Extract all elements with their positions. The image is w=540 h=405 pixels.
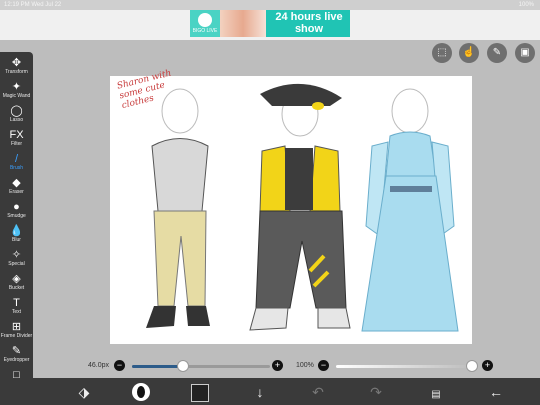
hand-button[interactable]: ☝ — [459, 43, 479, 63]
hand-icon: ☝ — [462, 47, 476, 58]
tool-text[interactable]: T Text — [0, 297, 33, 321]
opacity-decrease[interactable]: − — [318, 360, 329, 371]
tool-label: Magic Wand — [2, 93, 31, 99]
tool-blur[interactable]: 💧 Blur — [0, 225, 33, 249]
tool-panel: ✥ Transform ✦ Magic Wand ◯ Lasso FX Filter / Brus… — [0, 52, 33, 394]
tool-special[interactable]: ✧ Special — [0, 249, 33, 273]
tool-bucket[interactable]: ◈ Bucket — [0, 273, 33, 297]
tool-label: Brush — [9, 165, 24, 171]
download-button[interactable]: ↓ — [250, 382, 270, 402]
ad-headline: 24 hours live show — [275, 11, 343, 35]
figure-left — [146, 138, 210, 328]
tool-label: Filter — [10, 141, 23, 147]
brush-size-control: 46.0px − + — [88, 359, 288, 373]
pen-icon: ✎ — [492, 47, 502, 58]
tool-label: Special — [8, 261, 25, 267]
opacity-control: 100% − + — [296, 359, 496, 373]
battery-level: 100% — [518, 2, 534, 8]
tool-magic-wand[interactable]: ✦ Magic Wand — [0, 81, 33, 105]
drawing-canvas[interactable]: Sharon with some cute clothes — [110, 69, 472, 344]
status-time: 12:19 PM Wed Jul 22 — [4, 2, 62, 8]
figure-right — [361, 131, 459, 332]
tool-label: Frame Divider — [0, 333, 33, 339]
tool-label: Eraser — [9, 189, 24, 195]
brush-size-knob[interactable] — [177, 360, 190, 372]
opacity-track[interactable] — [336, 365, 476, 368]
app-logo-icon — [198, 13, 212, 27]
tool-label: Text — [11, 309, 22, 315]
brush-size-label: 46.0px — [88, 362, 110, 369]
tool-label: Smudge — [7, 213, 26, 219]
brush-preview-button[interactable] — [131, 382, 151, 402]
ad-banner-area: BIGO LIVE 24 hours live show — [0, 10, 540, 40]
opacity-label: 100% — [296, 362, 314, 369]
transform-icon: ✥ — [11, 57, 22, 69]
status-bar: 12:19 PM Wed Jul 22 100% — [0, 0, 540, 10]
undo-icon: ↶ — [312, 384, 324, 400]
tool-eraser[interactable]: ◆ Eraser — [0, 177, 33, 201]
tool-eyedropper[interactable]: ✎ Eyedropper — [0, 345, 33, 369]
opacity-knob[interactable] — [466, 360, 478, 372]
image-icon: ▣ — [520, 47, 530, 58]
frame-divider-icon: ⊞ — [11, 321, 22, 333]
tool-frame-divider[interactable]: ⊞ Frame Divider — [0, 321, 33, 345]
arrow-down-icon: ↓ — [256, 384, 264, 400]
tool-options-button[interactable]: ⬗ — [74, 382, 94, 402]
eraser-icon: ◆ — [12, 177, 21, 189]
selection-icon: ⬚ — [437, 47, 447, 58]
tool-transform[interactable]: ✥ Transform — [0, 57, 33, 81]
smudge-icon: ● — [13, 201, 20, 213]
tool-label: Lasso — [9, 117, 24, 123]
opacity-increase[interactable]: + — [482, 360, 493, 371]
tool-filter[interactable]: FX Filter — [0, 129, 33, 153]
brush-icon: / — [14, 153, 19, 165]
tool-lasso[interactable]: ◯ Lasso — [0, 105, 33, 129]
eyedropper-icon: ✎ — [11, 345, 22, 357]
tool-label: Transform — [5, 69, 28, 75]
tool-brush[interactable]: / Brush — [0, 153, 33, 177]
tool-label: Bucket — [8, 285, 25, 291]
filter-icon: FX — [9, 129, 24, 141]
redo-icon: ↷ — [370, 384, 382, 400]
lasso-icon: ◯ — [10, 105, 23, 117]
layers-button[interactable]: ▤ — [426, 382, 446, 402]
back-button[interactable]: ← — [486, 382, 506, 402]
tool-smudge[interactable]: ● Smudge — [0, 201, 33, 225]
current-color-swatch — [191, 384, 209, 402]
text-icon: T — [13, 297, 20, 309]
material-button[interactable]: ▣ — [515, 43, 535, 63]
special-icon: ✧ — [11, 249, 22, 261]
blur-icon: 💧 — [9, 225, 24, 237]
eraser-swap-icon: ⬗ — [78, 384, 90, 400]
magic-wand-icon: ✦ — [11, 81, 22, 93]
tool-label: Blur — [12, 237, 21, 243]
brush-size-decrease[interactable]: − — [114, 360, 125, 371]
brush-preview-icon — [132, 383, 150, 401]
bottom-toolbar: ⬗ ↓ ↶ ↷ ▤ ← — [0, 378, 540, 405]
ad-logo-text: BIGO LIVE — [192, 28, 218, 34]
color-swatch-button[interactable] — [190, 382, 210, 402]
artwork — [146, 83, 459, 332]
arrow-left-icon: ← — [489, 384, 503, 400]
pen-button[interactable]: ✎ — [487, 43, 507, 63]
redo-button[interactable]: ↷ — [366, 382, 386, 402]
layers-icon: ▤ — [431, 389, 441, 400]
tool-label: Eyedropper — [3, 357, 30, 363]
ad-photo — [220, 10, 266, 37]
brush-size-fill — [132, 365, 184, 368]
selection-button[interactable]: ⬚ — [432, 43, 452, 63]
figure-middle — [249, 83, 351, 331]
bucket-icon: ◈ — [12, 273, 21, 285]
undo-button[interactable]: ↶ — [308, 382, 328, 402]
ad-logo: BIGO LIVE — [190, 10, 220, 37]
brush-size-track[interactable] — [132, 365, 270, 368]
brush-size-increase[interactable]: + — [272, 360, 283, 371]
ad-banner[interactable]: BIGO LIVE 24 hours live show — [190, 10, 350, 37]
